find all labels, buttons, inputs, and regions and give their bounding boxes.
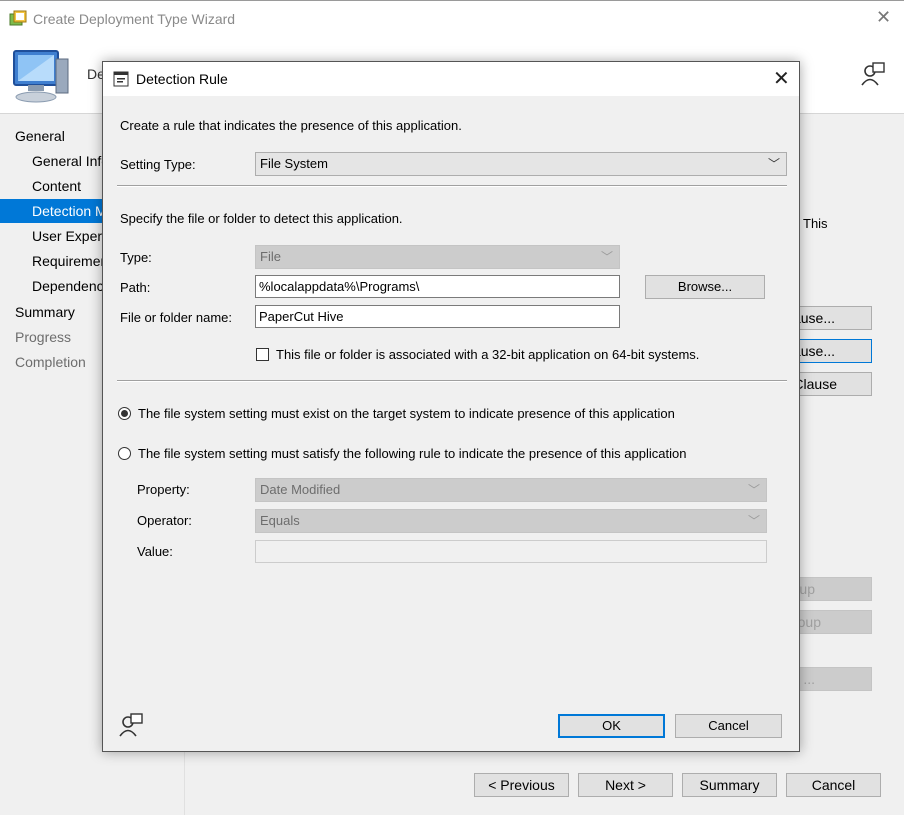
wizard-title: Create Deployment Type Wizard — [33, 11, 236, 27]
divider — [117, 185, 787, 187]
property-label: Property: — [137, 482, 190, 497]
chevron-down-icon: ﹀ — [747, 483, 760, 497]
background-text: This — [803, 216, 828, 231]
operator-dropdown: Equals ﹀ — [255, 509, 767, 533]
32bit-checkbox-label: This file or folder is associated with a… — [276, 347, 700, 362]
next-button[interactable]: Next > — [578, 773, 673, 797]
chevron-down-icon: ﹀ — [600, 250, 613, 264]
file-folder-name-field[interactable]: PaperCut Hive — [255, 305, 620, 328]
dialog-app-icon — [113, 71, 129, 87]
type-label: Type: — [120, 250, 152, 265]
intro-text: Create a rule that indicates the presenc… — [120, 118, 462, 133]
divider — [117, 380, 787, 382]
radio-satisfy-rule-label: The file system setting must satisfy the… — [138, 446, 687, 461]
setting-type-value: File System — [260, 156, 328, 171]
ok-button[interactable]: OK — [558, 714, 665, 738]
wizard-titlebar: Create Deployment Type Wizard ✕ — [0, 1, 904, 37]
chevron-down-icon: ﹀ — [747, 514, 760, 528]
computer-icon — [13, 50, 69, 103]
help-person-icon[interactable] — [118, 712, 144, 738]
previous-button[interactable]: < Previous — [474, 773, 569, 797]
setting-type-label: Setting Type: — [120, 157, 196, 172]
operator-value: Equals — [260, 513, 300, 528]
radio-must-exist[interactable] — [118, 407, 131, 420]
browse-button[interactable]: Browse... — [645, 275, 765, 299]
dialog-cancel-button[interactable]: Cancel — [675, 714, 782, 738]
radio-selected-dot — [121, 410, 128, 417]
path-field[interactable]: %localappdata%\Programs\ — [255, 275, 620, 298]
radio-satisfy-rule[interactable] — [118, 447, 131, 460]
chevron-down-icon: ﹀ — [767, 157, 780, 171]
wizard-app-icon — [9, 10, 27, 26]
type-value: File — [260, 249, 281, 264]
value-label: Value: — [137, 544, 173, 559]
property-value: Date Modified — [260, 482, 341, 497]
dialog-titlebar: Detection Rule ✕ — [103, 62, 799, 96]
property-dropdown: Date Modified ﹀ — [255, 478, 767, 502]
dialog-close-icon[interactable]: ✕ — [773, 66, 790, 91]
radio-must-exist-label: The file system setting must exist on th… — [138, 406, 675, 421]
help-person-icon[interactable] — [860, 61, 886, 87]
specify-text: Specify the file or folder to detect thi… — [120, 211, 403, 226]
type-dropdown: File ﹀ — [255, 245, 620, 269]
setting-type-dropdown[interactable]: File System ﹀ — [255, 152, 787, 176]
dialog-title: Detection Rule — [136, 71, 228, 87]
cancel-button[interactable]: Cancel — [786, 773, 881, 797]
path-label: Path: — [120, 280, 151, 295]
summary-button[interactable]: Summary — [682, 773, 777, 797]
32bit-checkbox[interactable] — [256, 348, 269, 361]
operator-label: Operator: — [137, 513, 192, 528]
detection-rule-dialog: Detection Rule ✕ Create a rule that indi… — [102, 61, 800, 752]
file-folder-name-label: File or folder name: — [120, 310, 232, 325]
close-icon[interactable]: ✕ — [876, 7, 891, 28]
value-field — [255, 540, 767, 563]
